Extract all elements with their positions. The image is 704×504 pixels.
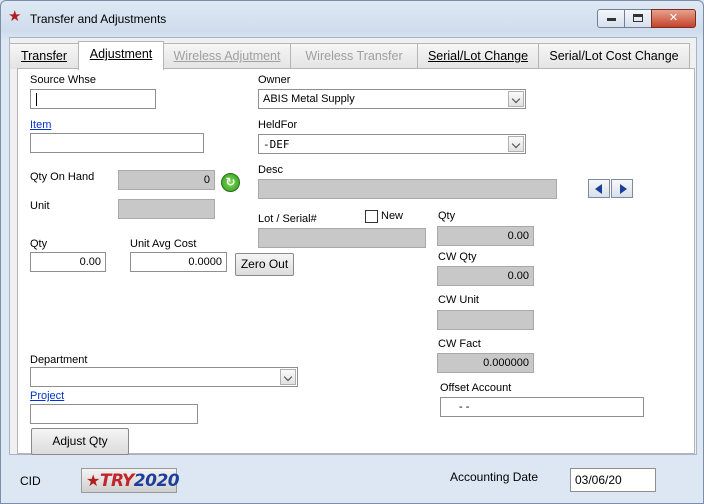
next-record-button[interactable]	[611, 179, 633, 198]
arrow-left-icon	[595, 184, 602, 194]
source-whse-label: Source Whse	[30, 74, 97, 86]
prev-record-button[interactable]	[588, 179, 610, 198]
qty-input[interactable]: 0.00	[30, 252, 106, 272]
owner-select[interactable]: ABIS Metal Supply	[258, 89, 526, 109]
cid-label: CID	[20, 474, 41, 488]
close-button[interactable]: ✕	[651, 9, 696, 28]
cw-fact-label: CW Fact	[438, 338, 481, 350]
cw-fact-field: 0.000000	[437, 353, 534, 373]
project-input[interactable]	[30, 404, 198, 424]
cw-unit-field	[437, 310, 534, 330]
chevron-down-icon[interactable]	[508, 91, 524, 107]
cw-unit-label: CW Unit	[438, 294, 479, 306]
unit-field	[118, 199, 215, 219]
owner-label: Owner	[258, 74, 291, 86]
department-select[interactable]	[30, 367, 298, 387]
adjust-qty-button[interactable]: Adjust Qty	[31, 428, 129, 455]
tab-serial-lot-cost-change[interactable]: Serial/Lot Cost Change	[538, 43, 690, 69]
tab-serial-lot-change[interactable]: Serial/Lot Change	[417, 43, 539, 69]
close-icon: ✕	[668, 12, 679, 24]
window-title: Transfer and Adjustments	[30, 12, 167, 26]
new-label: New	[381, 210, 404, 222]
cw-qty-label: CW Qty	[438, 251, 477, 263]
refresh-icon[interactable]: ↻	[221, 173, 240, 192]
main-window: ★ Transfer and Adjustments ✕ Transfer Ad…	[0, 0, 704, 504]
maximize-button[interactable]	[624, 9, 652, 28]
held-for-select[interactable]: -DEF	[258, 134, 526, 154]
minimize-icon	[606, 18, 616, 21]
unit-avg-cost-label: Unit Avg Cost	[130, 238, 197, 250]
tab-strip: Transfer Adjustment Wireless Adjutment W…	[9, 41, 697, 70]
offset-account-input[interactable]: - -	[440, 397, 644, 417]
unit-avg-cost-input[interactable]: 0.0000	[130, 252, 227, 272]
desc-label: Desc	[258, 164, 284, 176]
maximize-icon	[633, 14, 643, 22]
held-for-label: HeldFor	[258, 119, 298, 131]
zero-out-button[interactable]: Zero Out	[235, 253, 294, 276]
logo-star-icon: ★	[86, 471, 100, 490]
title-bar[interactable]: ★ Transfer and Adjustments ✕	[1, 1, 703, 37]
project-link[interactable]: Project	[30, 390, 64, 402]
app-star-icon: ★	[8, 8, 22, 25]
right-qty-label: Qty	[438, 210, 456, 222]
minimize-button[interactable]	[597, 9, 625, 28]
tab-wireless-adjustment[interactable]: Wireless Adjutment	[163, 43, 291, 69]
lot-serial-label: Lot / Serial#	[258, 213, 317, 225]
cw-qty-field: 0.00	[437, 266, 534, 286]
accounting-date-input[interactable]: 03/06/20	[570, 468, 656, 492]
lot-serial-field	[258, 228, 426, 248]
offset-account-label: Offset Account	[440, 382, 512, 394]
accounting-date-label: Accounting Date	[450, 470, 539, 484]
new-checkbox[interactable]	[365, 210, 378, 223]
held-for-value: -DEF	[263, 138, 290, 151]
arrow-right-icon	[620, 184, 627, 194]
tab-wireless-transfer[interactable]: Wireless Transfer	[290, 43, 418, 69]
owner-value: ABIS Metal Supply	[263, 93, 355, 105]
chevron-down-icon[interactable]	[508, 136, 524, 152]
item-input[interactable]	[30, 133, 204, 153]
tab-transfer[interactable]: Transfer	[9, 43, 79, 69]
qty-on-hand-label: Qty On Hand	[30, 171, 95, 183]
source-whse-input[interactable]	[30, 89, 156, 109]
desc-field	[258, 179, 557, 199]
department-label: Department	[30, 354, 88, 366]
chevron-down-icon[interactable]	[280, 369, 296, 385]
try2020-logo: ★TRY2020	[81, 468, 180, 493]
unit-label: Unit	[30, 200, 50, 212]
qty-label: Qty	[30, 238, 48, 250]
qty-on-hand-field: 0	[118, 170, 215, 190]
right-qty-field: 0.00	[437, 226, 534, 246]
tab-adjustment[interactable]: Adjustment	[78, 41, 164, 70]
item-link[interactable]: Item	[30, 119, 51, 131]
text-caret	[36, 93, 37, 106]
